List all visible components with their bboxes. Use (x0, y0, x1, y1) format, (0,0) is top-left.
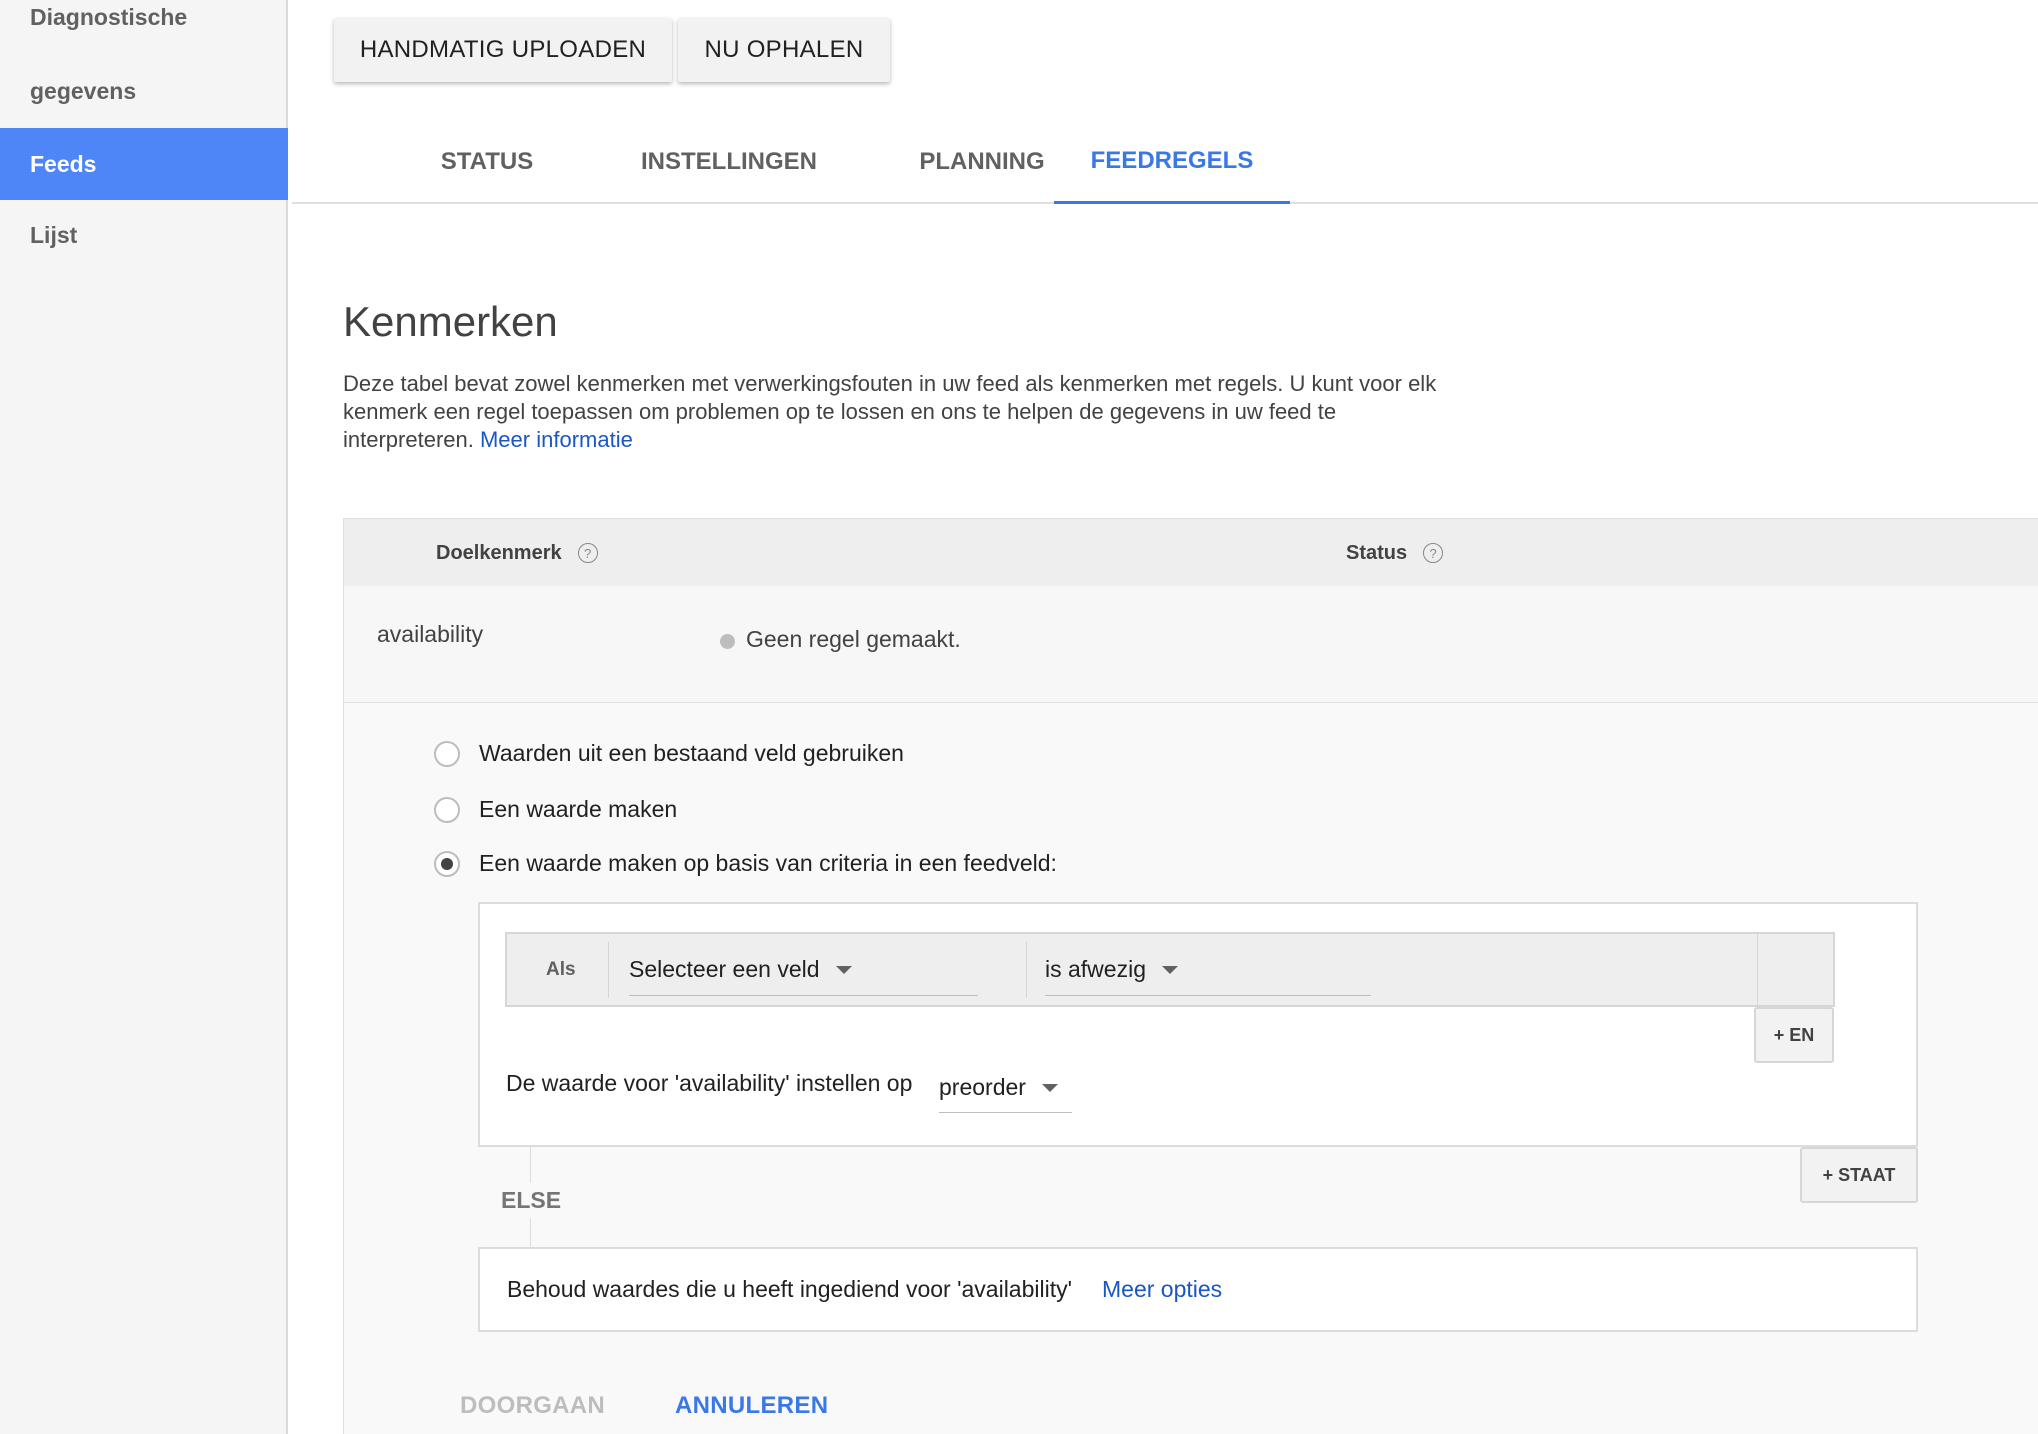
field-select-value: Selecteer een veld (629, 956, 820, 982)
else-label: ELSE (501, 1183, 562, 1218)
continue-button[interactable]: DOORGAAN (460, 1392, 605, 1420)
set-value-label: De waarde voor 'availability' instellen … (506, 1070, 913, 1096)
fetch-now-button[interactable]: NU OPHALEN (678, 18, 890, 82)
help-icon[interactable]: ? (577, 543, 598, 563)
more-info-link[interactable]: Meer informatie (480, 427, 633, 452)
operator-select-value: is afwezig (1045, 956, 1146, 982)
divider (608, 942, 609, 998)
chevron-down-icon (835, 965, 852, 974)
table-header: Doelkenmerk ? Status ? (343, 518, 2038, 586)
sidebar-item-feeds[interactable]: Feeds (0, 128, 288, 200)
chevron-down-icon (1161, 965, 1178, 974)
value-select-value: preorder (939, 1074, 1026, 1100)
option-existing-field-label: Waarden uit een bestaand veld gebruiken (479, 740, 904, 766)
radio-criteria-value[interactable] (434, 850, 460, 877)
operator-select[interactable]: is afwezig (1045, 944, 1371, 996)
chevron-down-icon (1041, 1083, 1058, 1092)
divider (1026, 942, 1027, 998)
tab-status[interactable]: STATUS (412, 120, 562, 204)
value-select[interactable]: preorder (939, 1063, 1072, 1113)
add-and-condition-button[interactable]: + EN (1754, 1007, 1834, 1063)
column-header-status-label: Status (1346, 541, 1408, 564)
sidebar-item-list[interactable]: Lijst (0, 222, 288, 249)
column-header-target: Doelkenmerk ? (436, 519, 598, 587)
column-header-target-label: Doelkenmerk (436, 541, 562, 564)
radio-existing-field[interactable] (434, 740, 460, 767)
attribute-status: Geen regel gemaakt. (746, 626, 961, 652)
table-row[interactable]: availability Geen regel gemaakt. (343, 586, 2038, 703)
option-create-value[interactable]: Een waarde maken (434, 796, 677, 823)
add-state-button[interactable]: + STAAT (1800, 1147, 1918, 1203)
more-options-link[interactable]: Meer opties (1102, 1249, 1222, 1330)
option-existing-field[interactable]: Waarden uit een bestaand veld gebruiken (434, 740, 904, 767)
field-select[interactable]: Selecteer een veld (629, 944, 978, 996)
tab-bar: STATUS INSTELLINGEN PLANNING FEEDREGELS (292, 120, 2038, 204)
sidebar-item-diagnostics[interactable]: Diagnostische (0, 4, 288, 31)
manual-upload-button[interactable]: HANDMATIG UPLOADEN (334, 18, 672, 82)
cancel-button[interactable]: ANNULEREN (675, 1392, 828, 1420)
radio-create-value[interactable] (434, 796, 460, 823)
if-label: Als (546, 958, 576, 980)
sidebar: Diagnostische gegevens Feeds Lijst (0, 0, 288, 1434)
status-dot-icon (720, 634, 735, 649)
sidebar-item-diagnostics-cont[interactable]: gegevens (0, 78, 288, 105)
else-text: Behoud waardes die u heeft ingediend voo… (507, 1276, 1072, 1302)
condition-row: Als Selecteer een veld is afwezig (505, 932, 1835, 1007)
tab-feedrules[interactable]: FEEDREGELS (1054, 120, 1290, 204)
option-criteria-value-label: Een waarde maken op basis van criteria i… (479, 850, 1057, 876)
option-create-value-label: Een waarde maken (479, 796, 678, 822)
option-criteria-value[interactable]: Een waarde maken op basis van criteria i… (434, 850, 1057, 877)
attribute-name: availability (377, 621, 484, 647)
divider (1757, 934, 1758, 1005)
page-description: Deze tabel bevat zowel kenmerken met ver… (343, 370, 1463, 454)
else-box: Behoud waardes die u heeft ingediend voo… (478, 1247, 1918, 1332)
page-title: Kenmerken (343, 298, 558, 345)
column-header-status: Status ? (1346, 519, 1444, 587)
tab-settings[interactable]: INSTELLINGEN (604, 120, 854, 204)
help-icon[interactable]: ? (1423, 543, 1444, 563)
